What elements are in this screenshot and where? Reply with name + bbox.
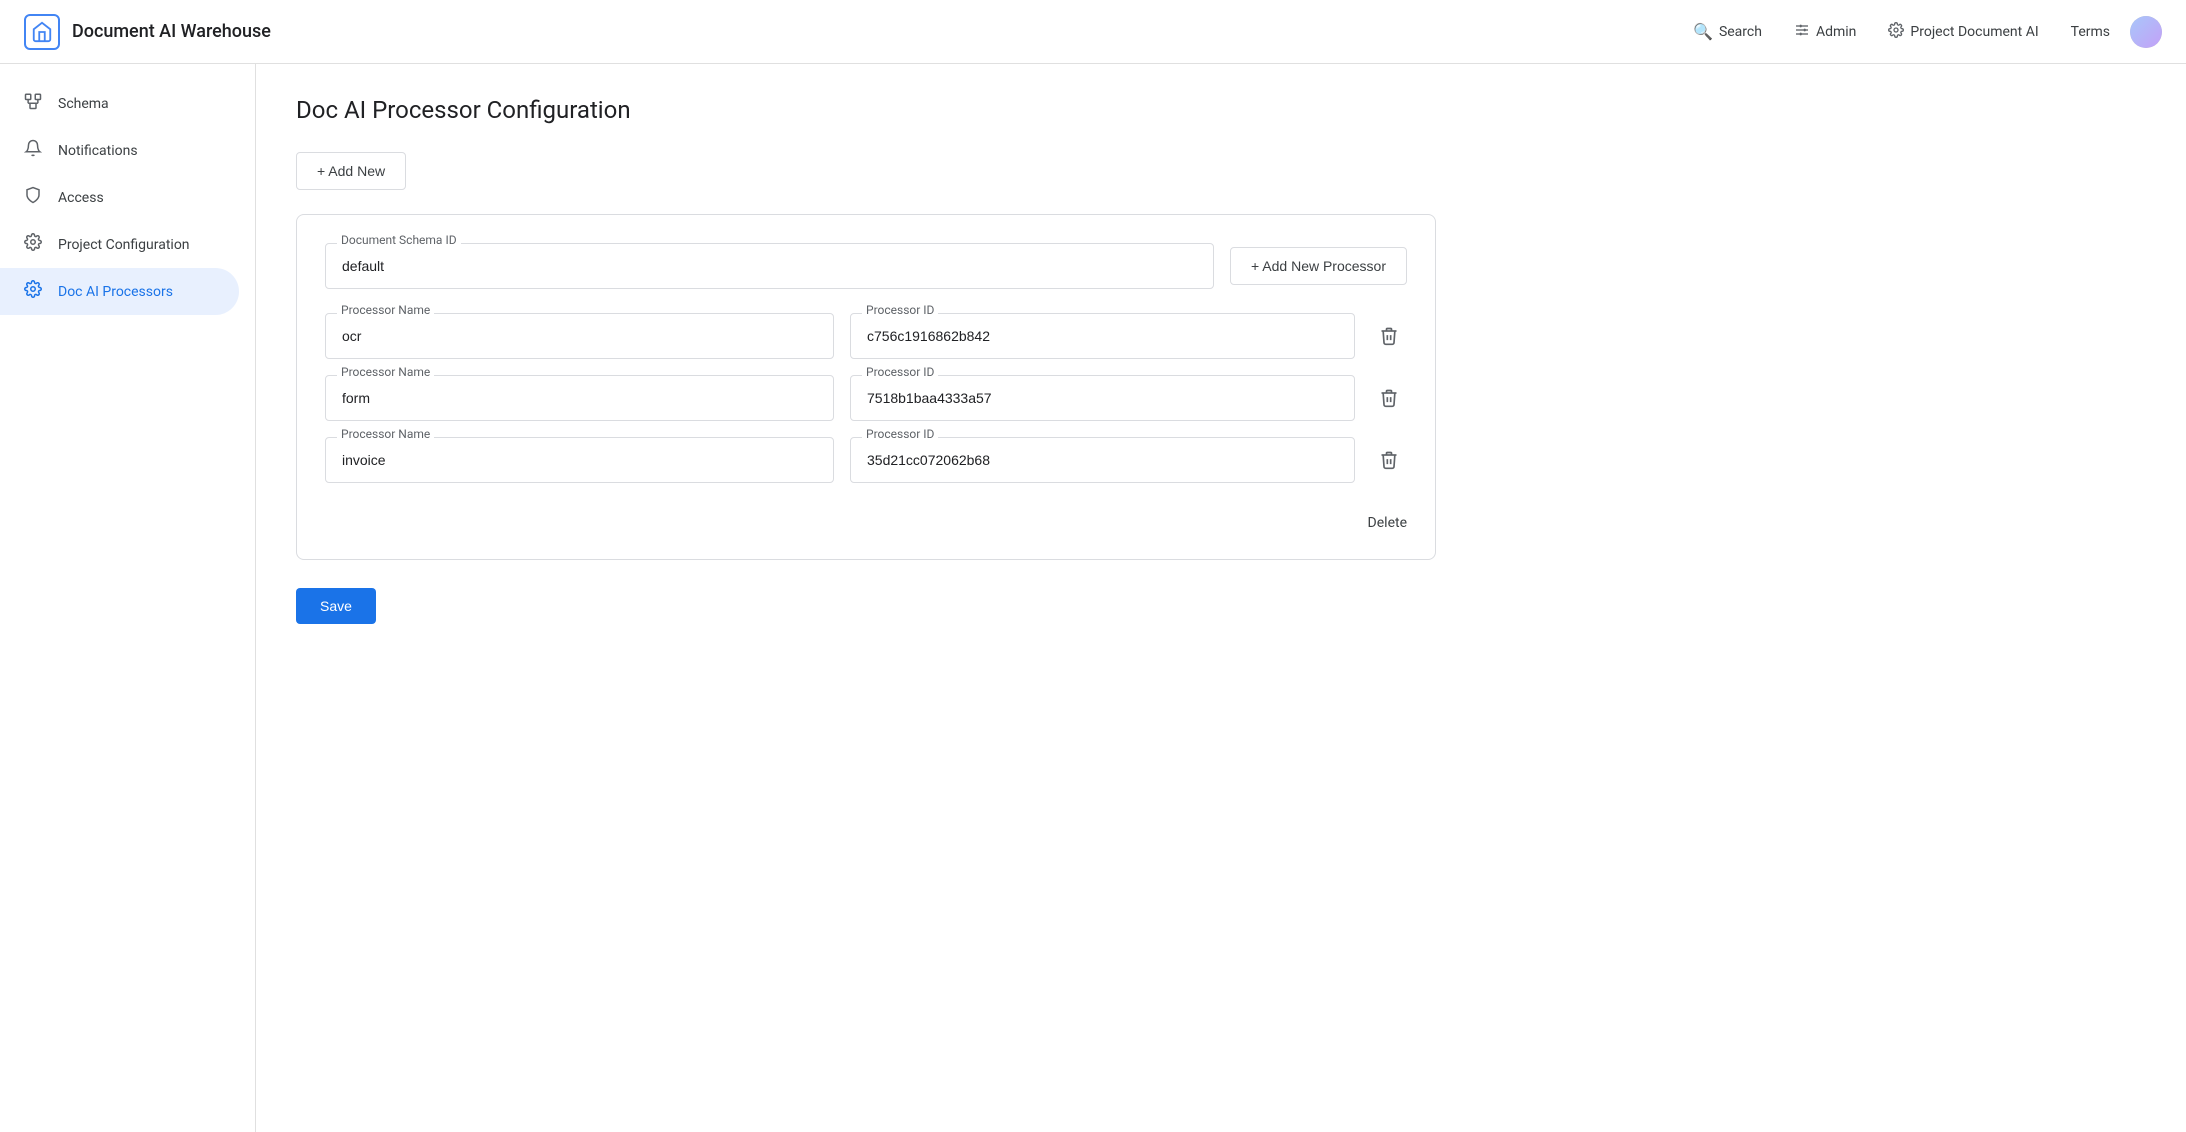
project-config-icon	[24, 233, 42, 256]
search-nav-item[interactable]: 🔍 Search	[1681, 14, 1774, 49]
sidebar-item-doc-ai-label: Doc AI Processors	[58, 284, 173, 300]
schema-id-label: Document Schema ID	[337, 233, 461, 247]
trash-icon-1	[1379, 388, 1399, 408]
processor-id-input-0[interactable]	[850, 313, 1355, 359]
search-nav-label: Search	[1719, 24, 1762, 40]
app-header: Document AI Warehouse 🔍 Search	[0, 0, 2186, 64]
processor-id-label-0: Processor ID	[862, 303, 938, 317]
processor-id-wrapper-0: Processor ID	[850, 313, 1355, 359]
page-title: Doc AI Processor Configuration	[296, 96, 2146, 124]
processor-id-input-1[interactable]	[850, 375, 1355, 421]
schema-row: Document Schema ID + Add New Processor	[325, 243, 1407, 289]
admin-icon	[1794, 22, 1810, 42]
card-footer: Delete	[325, 499, 1407, 531]
sidebar-item-schema[interactable]: Schema	[0, 80, 239, 127]
processor-name-input-1[interactable]	[325, 375, 834, 421]
config-card: Document Schema ID + Add New Processor P…	[296, 214, 1436, 560]
admin-nav-item[interactable]: Admin	[1782, 14, 1868, 50]
app-title: Document AI Warehouse	[72, 21, 271, 42]
processor-id-label-2: Processor ID	[862, 427, 938, 441]
sidebar-item-notifications[interactable]: Notifications	[0, 127, 239, 174]
logo-area[interactable]: Document AI Warehouse	[24, 14, 271, 50]
access-icon	[24, 186, 42, 209]
processor-name-wrapper-2: Processor Name	[325, 437, 834, 483]
main-content: Doc AI Processor Configuration + Add New…	[256, 64, 2186, 1132]
delete-processor-button-1[interactable]	[1371, 380, 1407, 416]
terms-nav-label: Terms	[2071, 24, 2110, 40]
delete-processor-button-2[interactable]	[1371, 442, 1407, 478]
delete-config-link[interactable]: Delete	[1368, 515, 1407, 531]
doc-ai-icon	[24, 280, 42, 303]
sidebar-item-project-config-label: Project Configuration	[58, 237, 190, 253]
project-gear-icon	[1888, 22, 1904, 42]
processor-name-wrapper-1: Processor Name	[325, 375, 834, 421]
admin-nav-label: Admin	[1816, 24, 1856, 40]
add-new-button[interactable]: + Add New	[296, 152, 406, 190]
processor-name-label-1: Processor Name	[337, 365, 434, 379]
trash-icon-2	[1379, 450, 1399, 470]
header-nav: 🔍 Search Admin	[1681, 14, 2162, 50]
sidebar-item-schema-label: Schema	[58, 96, 109, 112]
processor-id-label-1: Processor ID	[862, 365, 938, 379]
schema-id-input[interactable]	[325, 243, 1214, 289]
bell-icon	[24, 139, 42, 162]
sidebar-item-access[interactable]: Access	[0, 174, 239, 221]
trash-icon-0	[1379, 326, 1399, 346]
processor-id-wrapper-2: Processor ID	[850, 437, 1355, 483]
processor-name-label-0: Processor Name	[337, 303, 434, 317]
processor-name-input-0[interactable]	[325, 313, 834, 359]
delete-processor-button-0[interactable]	[1371, 318, 1407, 354]
schema-icon	[24, 92, 42, 115]
processor-name-input-2[interactable]	[325, 437, 834, 483]
sidebar-item-access-label: Access	[58, 190, 104, 206]
sidebar-item-notifications-label: Notifications	[58, 143, 138, 159]
sidebar: Schema Notifications Access Project Conf…	[0, 64, 256, 1132]
processor-name-label-2: Processor Name	[337, 427, 434, 441]
user-avatar[interactable]	[2130, 16, 2162, 48]
processor-id-wrapper-1: Processor ID	[850, 375, 1355, 421]
search-icon: 🔍	[1693, 22, 1713, 41]
processor-id-input-2[interactable]	[850, 437, 1355, 483]
add-new-processor-button[interactable]: + Add New Processor	[1230, 247, 1407, 285]
processor-row-1: Processor Name Processor ID	[325, 375, 1407, 421]
terms-nav-item[interactable]: Terms	[2059, 16, 2122, 48]
project-nav-label: Project Document AI	[1910, 24, 2038, 40]
processor-row-2: Processor Name Processor ID	[325, 437, 1407, 483]
logo-icon	[24, 14, 60, 50]
sidebar-item-doc-ai-processors[interactable]: Doc AI Processors	[0, 268, 239, 315]
save-button[interactable]: Save	[296, 588, 376, 624]
schema-id-wrapper: Document Schema ID	[325, 243, 1214, 289]
sidebar-item-project-config[interactable]: Project Configuration	[0, 221, 239, 268]
project-nav-item[interactable]: Project Document AI	[1876, 14, 2050, 50]
processor-row-0: Processor Name Processor ID	[325, 313, 1407, 359]
processor-name-wrapper-0: Processor Name	[325, 313, 834, 359]
